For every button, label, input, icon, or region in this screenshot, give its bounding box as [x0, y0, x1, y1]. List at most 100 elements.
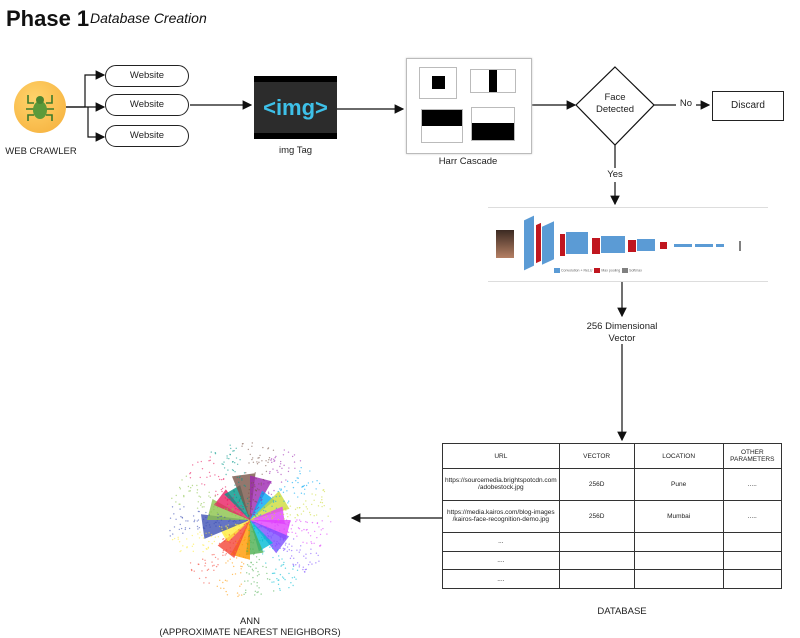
ann-point	[235, 557, 238, 559]
ann-point	[283, 449, 285, 451]
ann-point	[319, 533, 322, 536]
column-header: URL	[442, 443, 560, 469]
ann-point	[238, 509, 241, 511]
ann-point	[307, 563, 310, 566]
ann-point	[276, 540, 278, 543]
ann-point	[255, 567, 257, 569]
ann-point	[272, 501, 275, 503]
ann-point	[298, 551, 300, 553]
ann-point	[288, 572, 290, 575]
ann-point	[190, 568, 193, 571]
pool-layer	[536, 222, 541, 264]
ann-point	[269, 511, 272, 514]
ann-point	[222, 537, 225, 540]
ann-point	[233, 505, 236, 508]
ann-point	[222, 581, 224, 584]
ann-point	[266, 578, 269, 580]
ann-point	[204, 562, 207, 564]
ann-point	[232, 542, 235, 544]
ann-point	[311, 481, 314, 483]
ann-point	[182, 532, 184, 534]
ann-point	[320, 529, 322, 531]
ann-point	[229, 519, 231, 521]
ann-point	[279, 573, 282, 576]
ann-point	[248, 500, 250, 502]
ann-point	[244, 485, 247, 487]
ann-point	[249, 548, 252, 550]
ann-point	[201, 483, 203, 485]
ann-point	[310, 548, 312, 550]
ann-point	[257, 571, 259, 573]
ann-point	[218, 542, 221, 545]
ann-point	[241, 513, 244, 515]
ann-point	[253, 484, 256, 486]
table-cell	[558, 531, 635, 552]
ann-point	[177, 538, 179, 540]
ann-point	[173, 513, 175, 515]
ann-point	[196, 489, 199, 491]
ann-point	[306, 542, 308, 544]
ann-point	[228, 520, 230, 523]
ann-point	[260, 593, 262, 595]
ann-point	[286, 550, 288, 553]
vector-label-line1: 256 Dimensional	[586, 321, 658, 332]
ann-point	[260, 482, 262, 484]
ann-point	[210, 511, 212, 513]
ann-point	[209, 526, 211, 528]
arrow-crawler-website-1	[66, 70, 106, 108]
ann-point	[235, 508, 237, 510]
ann-point	[262, 446, 264, 449]
table-cell	[722, 569, 783, 589]
ann-point	[246, 519, 248, 522]
ann-point	[266, 532, 269, 535]
ann-point	[254, 511, 256, 513]
ann-point	[262, 478, 265, 481]
ann-point	[285, 509, 287, 511]
ann-point	[282, 491, 285, 494]
ann-point	[298, 564, 301, 566]
ann-point	[221, 463, 223, 465]
ann-point	[299, 472, 301, 475]
ann-point	[305, 484, 308, 487]
ann-point	[293, 576, 296, 578]
column-header: VECTOR	[558, 443, 635, 469]
ann-point	[215, 501, 217, 504]
ann-point	[274, 522, 277, 524]
ann-point	[272, 449, 275, 452]
ann-point	[253, 531, 255, 533]
ann-point	[196, 484, 198, 487]
ann-point	[241, 543, 244, 546]
ann-point	[259, 496, 262, 499]
ann-point	[234, 551, 237, 553]
ann-point	[231, 461, 234, 463]
ann-point	[169, 517, 172, 519]
pool-layer	[628, 240, 636, 252]
ann-point	[315, 488, 317, 490]
ann-point	[268, 456, 271, 459]
ann-point	[247, 580, 249, 582]
ann-point	[256, 461, 258, 463]
ann-point	[213, 508, 215, 511]
ann-point	[296, 549, 298, 551]
ann-point	[233, 494, 236, 496]
ann-point	[232, 565, 235, 568]
ann-point	[258, 461, 260, 464]
ann-point	[239, 458, 241, 461]
ann-point	[279, 537, 282, 539]
ann-point	[277, 471, 279, 474]
ann-point	[229, 444, 231, 446]
ann-point	[220, 526, 223, 528]
ann-point	[238, 524, 240, 526]
ann-point	[293, 557, 295, 559]
ann-point	[241, 478, 243, 480]
ann-point	[302, 541, 304, 543]
ann-point	[254, 515, 257, 517]
ann-point	[232, 528, 235, 530]
ann-point	[294, 467, 296, 469]
table-cell	[722, 550, 783, 571]
ann-point	[270, 458, 273, 460]
ann-point	[208, 491, 210, 494]
ann-point	[295, 520, 297, 523]
ann-point	[186, 538, 188, 540]
ann-point	[283, 508, 285, 511]
